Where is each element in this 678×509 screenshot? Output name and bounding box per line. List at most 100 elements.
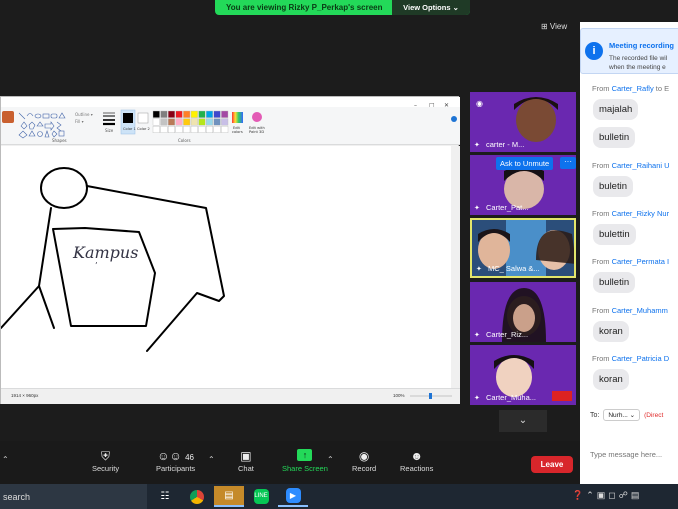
sender-name[interactable]: Carter_Raihani U: [612, 161, 670, 170]
zoom-app-icon[interactable]: ▶: [278, 486, 308, 507]
record-button[interactable]: ◉ Record: [352, 449, 376, 473]
gallery-scroll-down-button[interactable]: ⌄: [499, 410, 547, 432]
palette-swatch[interactable]: [190, 110, 198, 118]
message-sender: From Carter_Patricia D: [592, 354, 669, 363]
chrome-icon[interactable]: [182, 486, 212, 507]
palette-swatch[interactable]: [213, 110, 221, 118]
audio-options-caret-icon[interactable]: ⌃: [2, 455, 9, 464]
record-label: Record: [352, 464, 377, 473]
palette-swatch[interactable]: [205, 126, 213, 134]
svg-text:Size: Size: [105, 128, 114, 133]
palette-swatch[interactable]: [183, 126, 191, 134]
palette-swatch[interactable]: [205, 118, 213, 126]
pin-icon: ✦: [474, 205, 480, 212]
size-icon: [103, 112, 115, 126]
sender-name[interactable]: Carter_Muhamm: [612, 306, 668, 315]
more-options-icon[interactable]: ···: [560, 157, 576, 169]
edit-colors-icon: [232, 112, 243, 123]
from-label: From: [592, 257, 610, 266]
palette-swatch[interactable]: [167, 110, 175, 118]
chat-label: Chat: [238, 464, 254, 473]
sender-name[interactable]: Carter_Patricia D: [612, 354, 670, 363]
sender-name[interactable]: Carter_Permata I: [612, 257, 670, 266]
palette-swatch[interactable]: [221, 126, 229, 134]
system-tray-icons[interactable]: ❓⌃▣◻☍▤: [572, 490, 642, 501]
share-screen-button[interactable]: ↑ Share Screen: [282, 449, 328, 473]
palette-swatch[interactable]: [175, 118, 183, 126]
palette-swatch[interactable]: [183, 110, 191, 118]
palette-swatch[interactable]: [175, 126, 183, 134]
participant-tile[interactable]: ◉ ✦ carter - M...: [470, 92, 576, 152]
palette-swatch[interactable]: [213, 118, 221, 126]
participant-tile-active-speaker[interactable]: ✦ MC_ Salwa &...: [470, 218, 576, 278]
from-label: From: [592, 161, 610, 170]
svg-text:Color 2: Color 2: [137, 127, 150, 131]
sender-name[interactable]: Carter_Rafly: [612, 84, 654, 93]
palette-swatch[interactable]: [183, 118, 191, 126]
view-layout-button[interactable]: ⊞ View: [541, 22, 567, 31]
paint-vertical-scrollbar[interactable]: [451, 146, 460, 388]
sender-name[interactable]: Carter_Rizky Nur: [612, 209, 670, 218]
svg-text:colors: colors: [232, 130, 243, 134]
participants-caret-icon[interactable]: ⌃: [208, 455, 215, 464]
from-label: From: [592, 84, 610, 93]
palette-swatch[interactable]: [167, 118, 175, 126]
paint-ribbon-tools: Outline ▾ Fill ▾ Shapes Size Color 1 Col…: [2, 109, 457, 143]
palette-swatch[interactable]: [221, 118, 229, 126]
palette-swatch[interactable]: [160, 126, 168, 134]
zoom-level: 100%: [393, 393, 405, 398]
line-app-icon[interactable]: LINE: [246, 486, 276, 507]
palette-swatch[interactable]: [198, 126, 206, 134]
palette-swatch[interactable]: [175, 110, 183, 118]
notice-body-line: The recorded file wil: [609, 55, 668, 62]
notice-body-line: when the meeting e: [609, 64, 666, 71]
svg-text:Shapes: Shapes: [52, 138, 67, 143]
palette-swatch[interactable]: [167, 126, 175, 134]
ask-to-unmute-button[interactable]: Ask to Unmute: [496, 157, 554, 170]
recipient-select[interactable]: Nurh... ⌄: [603, 409, 641, 421]
chat-message-input[interactable]: [580, 424, 678, 484]
leave-meeting-button[interactable]: Leave: [531, 456, 573, 473]
palette-swatch[interactable]: [198, 110, 206, 118]
participant-name: Carter_Riz...: [486, 330, 529, 339]
viewing-screen-banner: You are viewing Rizky P_Perkap's screen …: [215, 0, 470, 15]
palette-swatch[interactable]: [198, 118, 206, 126]
palette-swatch[interactable]: [221, 110, 229, 118]
palette-swatch[interactable]: [213, 126, 221, 134]
participant-tile[interactable]: ✦ Carter_Muha...: [470, 345, 576, 405]
taskbar-search-box[interactable]: search: [0, 484, 147, 509]
chat-message: bulettin: [593, 224, 636, 245]
palette-swatch[interactable]: [160, 118, 168, 126]
palette-swatch[interactable]: [152, 118, 160, 126]
drawing-head: [40, 167, 88, 209]
share-screen-caret-icon[interactable]: ⌃: [327, 455, 334, 464]
palette-swatch[interactable]: [152, 126, 160, 134]
notice-title: Meeting recording: [609, 41, 675, 50]
message-sender: From Carter_Permata I: [592, 257, 669, 266]
chat-message: bulletin: [593, 272, 636, 293]
security-button[interactable]: ⛨ Security: [92, 449, 119, 473]
participant-name: MC_ Salwa &...: [488, 264, 540, 273]
chat-button[interactable]: ▣ Chat: [238, 449, 254, 473]
paint-canvas[interactable]: Kampus ’: [0, 146, 451, 388]
task-view-icon[interactable]: ☷: [150, 486, 180, 507]
file-explorer-icon[interactable]: ▤: [214, 486, 244, 507]
direct-message-label: (Direct: [644, 411, 664, 419]
pin-icon: ✦: [476, 266, 482, 273]
palette-swatch[interactable]: [190, 126, 198, 134]
reactions-button[interactable]: ☻ Reactions: [400, 449, 433, 473]
participants-button[interactable]: ☺☺ 46 Participants: [156, 449, 195, 473]
palette-swatch[interactable]: [205, 110, 213, 118]
view-options-button[interactable]: View Options ⌄: [392, 0, 470, 15]
participant-tile[interactable]: ✦ Carter_Riz...: [470, 282, 576, 342]
palette-swatch[interactable]: [152, 110, 160, 118]
brushes-icon: [2, 111, 14, 123]
palette-swatch[interactable]: [160, 110, 168, 118]
chat-panel: i Meeting recording The recorded file wi…: [580, 22, 678, 484]
notice-body: The recorded file wil when the meeting e: [609, 54, 667, 72]
message-sender: From Carter_Rafly to E: [592, 84, 669, 93]
palette-swatch[interactable]: [190, 118, 198, 126]
recording-notice: i Meeting recording The recorded file wi…: [580, 28, 678, 74]
zoom-slider[interactable]: [406, 392, 456, 400]
share-screen-icon: ↑: [297, 449, 313, 461]
